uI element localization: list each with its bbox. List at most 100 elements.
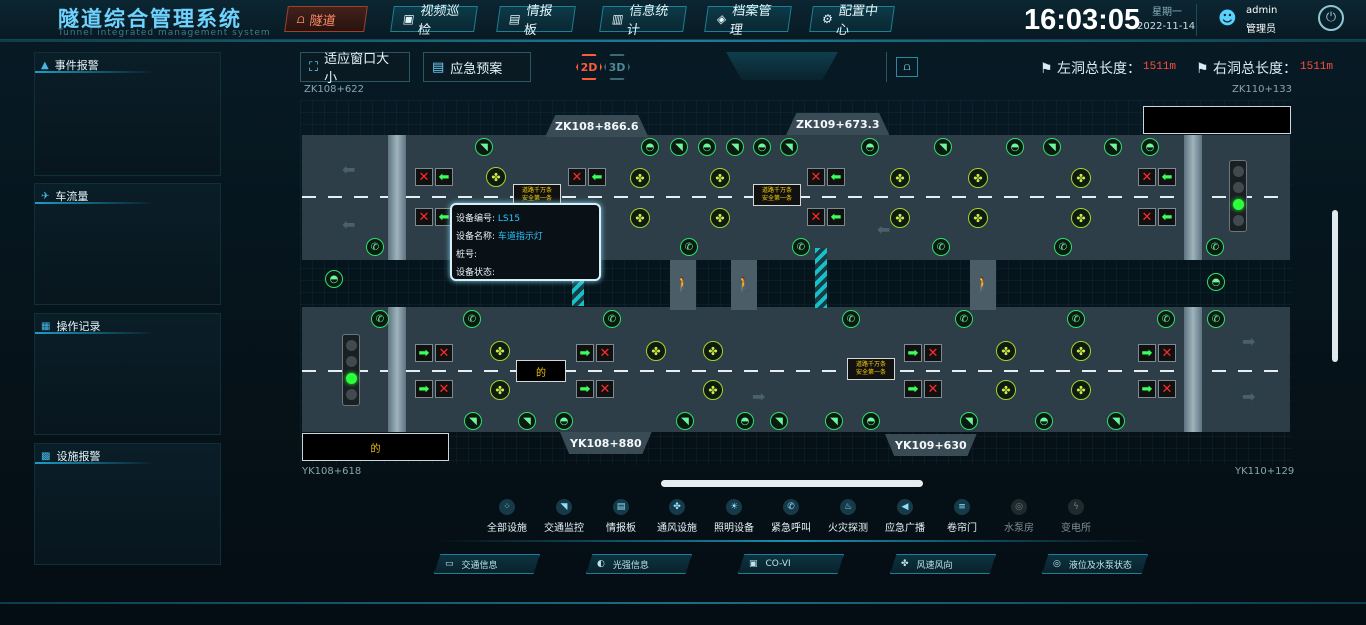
camera-icon[interactable]: ◥ xyxy=(960,412,978,430)
lane-indicator[interactable]: ➡ ✕ xyxy=(415,344,453,362)
camera-icon[interactable]: ◥ xyxy=(518,412,536,430)
lane-indicator[interactable]: ➡ ✕ xyxy=(1138,380,1176,398)
fan-icon[interactable]: ✤ xyxy=(1071,208,1091,228)
camera-icon[interactable]: ◥ xyxy=(770,412,788,430)
phone-icon[interactable]: ✆ xyxy=(842,310,860,328)
dome-camera-icon[interactable]: ◓ xyxy=(325,270,343,288)
phone-icon[interactable]: ✆ xyxy=(680,238,698,256)
dome-camera-icon[interactable]: ◓ xyxy=(736,412,754,430)
phone-icon[interactable]: ✆ xyxy=(1207,310,1225,328)
traffic-light[interactable] xyxy=(1229,160,1247,232)
horizontal-scrollbar[interactable] xyxy=(661,480,923,487)
filter-traffic-monitor[interactable]: ◥ 交通监控 xyxy=(533,499,595,534)
nav-video-inspection[interactable]: ▣ 视频巡检 xyxy=(390,4,478,38)
roller-shutter-door[interactable] xyxy=(572,278,584,306)
camera-icon[interactable]: ◥ xyxy=(825,412,843,430)
dome-camera-icon[interactable]: ◓ xyxy=(753,138,771,156)
fan-icon[interactable]: ✤ xyxy=(486,167,506,187)
phone-icon[interactable]: ✆ xyxy=(955,310,973,328)
info-board-display[interactable] xyxy=(1143,106,1291,134)
power-icon[interactable]: ⏻ xyxy=(1318,5,1344,31)
info-board-display[interactable]: 的 xyxy=(516,360,566,382)
dome-camera-icon[interactable]: ◓ xyxy=(1035,412,1053,430)
fan-icon[interactable]: ✤ xyxy=(646,341,666,361)
view-2d-button[interactable]: 2D xyxy=(576,54,602,80)
fan-icon[interactable]: ✤ xyxy=(996,380,1016,400)
dome-camera-icon[interactable]: ◓ xyxy=(1141,138,1159,156)
fan-icon[interactable]: ✤ xyxy=(710,168,730,188)
water-level-button[interactable]: ◎ 液位及水泵状态 xyxy=(1042,554,1148,574)
phone-icon[interactable]: ✆ xyxy=(463,310,481,328)
camera-icon[interactable]: ◥ xyxy=(1107,412,1125,430)
vms-board[interactable]: 道路千万条 安全第一条 xyxy=(753,184,801,206)
lane-indicator[interactable]: ➡ ✕ xyxy=(1138,344,1176,362)
lane-indicator[interactable]: ✕ ⬅ xyxy=(415,168,453,186)
phone-icon[interactable]: ✆ xyxy=(603,310,621,328)
phone-icon[interactable]: ✆ xyxy=(932,238,950,256)
lane-indicator[interactable]: ✕ ⬅ xyxy=(807,208,845,226)
phone-icon[interactable]: ✆ xyxy=(371,310,389,328)
phone-icon[interactable]: ✆ xyxy=(1206,238,1224,256)
roller-shutter-door[interactable] xyxy=(815,248,827,308)
nav-archive[interactable]: ◈ 档案管理 xyxy=(704,4,792,38)
filter-fire-detection[interactable]: ♨ 火灾探测 xyxy=(817,499,879,534)
info-board-display[interactable]: 的 xyxy=(302,433,449,461)
fan-icon[interactable]: ✤ xyxy=(968,208,988,228)
co-vi-button[interactable]: ▣ CO-VI xyxy=(738,554,844,574)
fan-icon[interactable]: ✤ xyxy=(1071,341,1091,361)
emergency-plan-button[interactable]: ▤ 应急预案 xyxy=(423,52,531,82)
fan-icon[interactable]: ✤ xyxy=(630,208,650,228)
camera-icon[interactable]: ◥ xyxy=(1043,138,1061,156)
fan-icon[interactable]: ✤ xyxy=(703,380,723,400)
fan-icon[interactable]: ✤ xyxy=(630,168,650,188)
fan-icon[interactable]: ✤ xyxy=(490,341,510,361)
phone-icon[interactable]: ✆ xyxy=(1067,310,1085,328)
filter-info-board[interactable]: ▤ 情报板 xyxy=(590,499,652,534)
pedestrian-cross-passage[interactable]: 🚶 xyxy=(970,260,996,310)
nav-config[interactable]: ⚙ 配置中心 xyxy=(809,4,895,38)
dome-camera-icon[interactable]: ◓ xyxy=(555,412,573,430)
lane-indicator[interactable]: ➡ ✕ xyxy=(904,344,942,362)
pedestrian-cross-passage[interactable]: 🚶 xyxy=(731,260,757,310)
dome-camera-icon[interactable]: ◓ xyxy=(698,138,716,156)
filter-lighting[interactable]: ☀ 照明设备 xyxy=(703,499,765,534)
fan-icon[interactable]: ✤ xyxy=(703,341,723,361)
filter-emergency-call[interactable]: ✆ 紧急呼叫 xyxy=(760,499,822,534)
filter-pump-room[interactable]: ◎ 水泵房 xyxy=(988,499,1050,534)
wind-speed-button[interactable]: ✤ 风速风向 xyxy=(890,554,996,574)
user-name[interactable]: admin xyxy=(1246,5,1277,16)
lane-indicator[interactable]: ✕ ⬅ xyxy=(807,168,845,186)
lane-indicator[interactable]: ➡ ✕ xyxy=(576,380,614,398)
phone-icon[interactable]: ✆ xyxy=(1054,238,1072,256)
camera-icon[interactable]: ◥ xyxy=(1104,138,1122,156)
lane-indicator[interactable]: ✕ ⬅ xyxy=(1138,208,1176,226)
fan-icon[interactable]: ✤ xyxy=(490,380,510,400)
camera-icon[interactable]: ◥ xyxy=(726,138,744,156)
phone-icon[interactable]: ✆ xyxy=(1157,310,1175,328)
filter-substation[interactable]: ϟ 变电所 xyxy=(1045,499,1107,534)
dome-camera-icon[interactable]: ◓ xyxy=(862,412,880,430)
lane-indicator[interactable]: ✕ ⬅ xyxy=(568,168,606,186)
lane-indicator[interactable]: ➡ ✕ xyxy=(904,380,942,398)
fan-icon[interactable]: ✤ xyxy=(1071,380,1091,400)
dome-camera-icon[interactable]: ◓ xyxy=(861,138,879,156)
camera-icon[interactable]: ◥ xyxy=(676,412,694,430)
lane-indicator[interactable]: ✕ ⬅ xyxy=(415,208,453,226)
fan-icon[interactable]: ✤ xyxy=(968,168,988,188)
light-intensity-button[interactable]: ◐ 光强信息 xyxy=(586,554,692,574)
vertical-scrollbar[interactable] xyxy=(1332,210,1338,362)
lane-indicator[interactable]: ➡ ✕ xyxy=(576,344,614,362)
phone-icon[interactable]: ✆ xyxy=(366,238,384,256)
fan-icon[interactable]: ✤ xyxy=(890,208,910,228)
nav-statistics[interactable]: ▥ 信息统计 xyxy=(599,4,687,38)
fan-icon[interactable]: ✤ xyxy=(996,341,1016,361)
dome-camera-icon[interactable]: ◓ xyxy=(1006,138,1024,156)
pedestrian-cross-passage[interactable]: 🚶 xyxy=(670,260,696,310)
filter-all-devices[interactable]: ⁘ 全部设施 xyxy=(476,499,538,534)
nav-tunnel[interactable]: ⩍ 隧道 xyxy=(284,6,368,32)
lane-indicator[interactable]: ✕ ⬅ xyxy=(1138,168,1176,186)
traffic-info-button[interactable]: ▭ 交通信息 xyxy=(434,554,540,574)
camera-icon[interactable]: ◥ xyxy=(670,138,688,156)
nav-info-board[interactable]: ▤ 情报板 xyxy=(496,4,576,38)
camera-icon[interactable]: ◥ xyxy=(934,138,952,156)
